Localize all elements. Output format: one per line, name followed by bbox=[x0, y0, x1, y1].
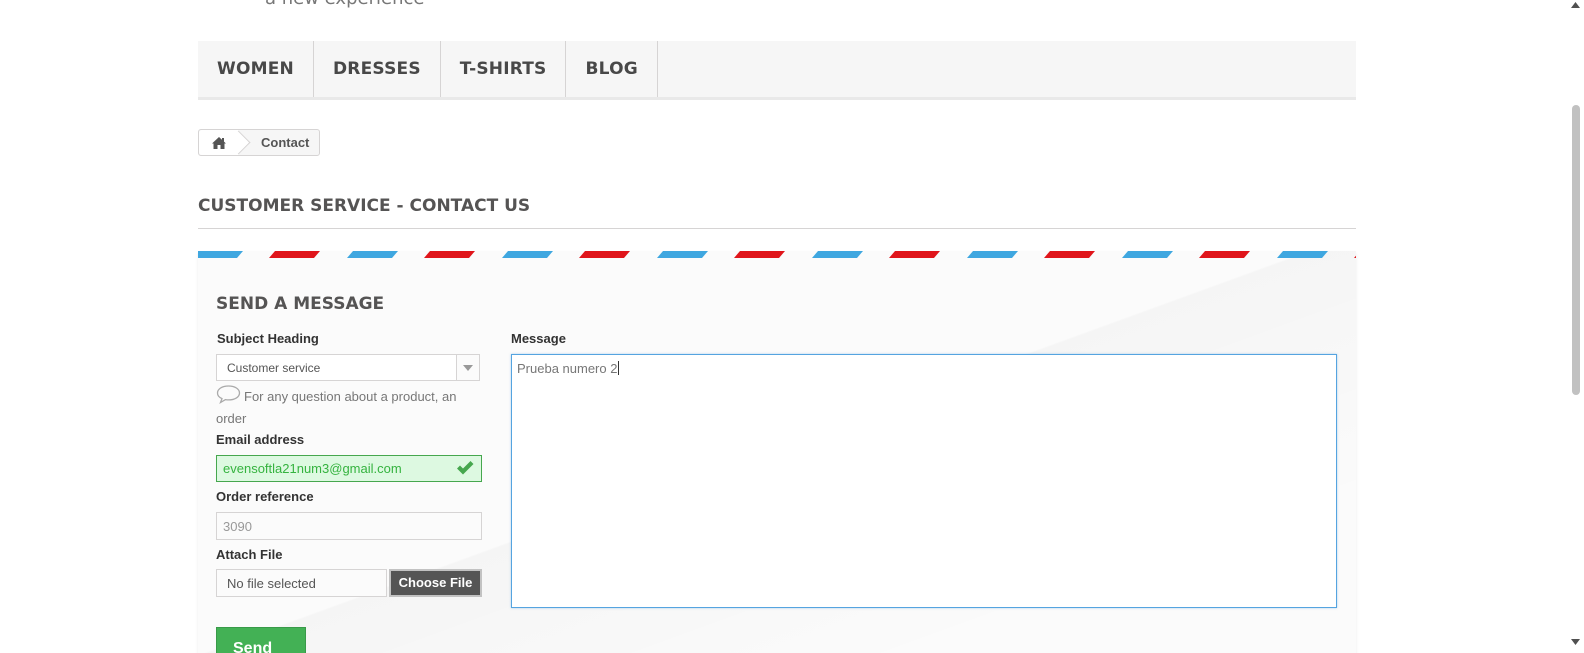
main-nav: WOMEN DRESSES T-SHIRTS BLOG bbox=[198, 41, 1356, 100]
text-caret bbox=[618, 361, 620, 375]
send-button[interactable]: Send bbox=[216, 627, 306, 653]
check-icon bbox=[457, 461, 474, 475]
breadcrumb-current: Contact bbox=[261, 135, 310, 150]
airmail-stripe bbox=[198, 251, 1356, 258]
scrollbar-thumb[interactable] bbox=[1572, 105, 1580, 395]
speech-bubble-icon bbox=[216, 385, 241, 404]
message-label: Message bbox=[511, 331, 566, 346]
form-title: SEND A MESSAGE bbox=[216, 294, 385, 314]
message-textarea[interactable]: Prueba numero 2 bbox=[511, 354, 1337, 608]
subject-select[interactable]: Customer service bbox=[216, 354, 480, 381]
email-label: Email address bbox=[216, 432, 305, 447]
order-label: Order reference bbox=[216, 489, 314, 504]
header-tagline: a new experience bbox=[265, 0, 424, 9]
scroll-up-icon[interactable] bbox=[1571, 2, 1580, 8]
chevron-down-icon bbox=[456, 355, 479, 380]
order-reference-field[interactable]: 3090 bbox=[216, 512, 482, 540]
subject-label: Subject Heading bbox=[217, 331, 319, 346]
hint-text: For any question about a product, an ord… bbox=[216, 389, 457, 426]
breadcrumb-home-link[interactable] bbox=[199, 130, 239, 155]
attach-label: Attach File bbox=[216, 547, 283, 562]
message-value: Prueba numero 2 bbox=[517, 361, 618, 376]
nav-item-tshirts[interactable]: T-SHIRTS bbox=[441, 41, 567, 97]
page-title: CUSTOMER SERVICE - CONTACT US bbox=[198, 196, 1356, 229]
nav-item-women[interactable]: WOMEN bbox=[198, 41, 314, 97]
scroll-down-icon[interactable] bbox=[1571, 639, 1580, 645]
subject-hint: For any question about a product, an ord… bbox=[216, 384, 476, 430]
send-label: Send bbox=[233, 640, 273, 653]
page-scrollbar[interactable] bbox=[1567, 0, 1584, 653]
choose-file-button[interactable]: Choose File bbox=[389, 569, 482, 597]
home-icon bbox=[212, 136, 226, 149]
nav-item-dresses[interactable]: DRESSES bbox=[314, 41, 441, 97]
subject-value: Customer service bbox=[227, 361, 321, 375]
file-name-display: No file selected bbox=[216, 569, 387, 597]
email-field[interactable]: evensoftla21num3@gmail.com bbox=[216, 455, 482, 482]
email-value: evensoftla21num3@gmail.com bbox=[223, 461, 402, 476]
contact-form-box: SEND A MESSAGE Subject Heading Customer … bbox=[198, 251, 1356, 653]
breadcrumb: Contact bbox=[198, 129, 321, 156]
page: a new experience WOMEN DRESSES T-SHIRTS … bbox=[0, 0, 1584, 653]
nav-item-blog[interactable]: BLOG bbox=[566, 41, 658, 97]
